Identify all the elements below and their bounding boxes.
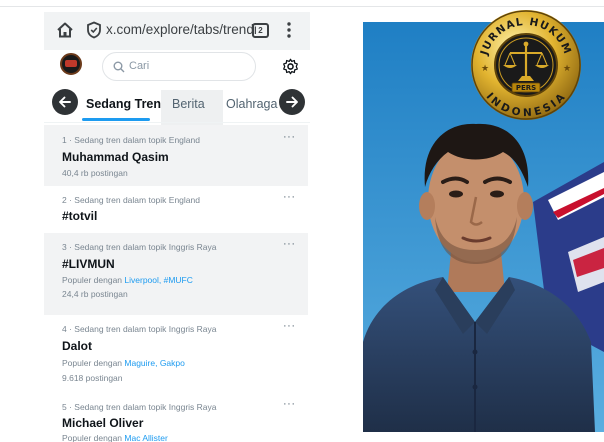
more-options-icon[interactable]: ··· xyxy=(283,320,296,332)
trend-item[interactable]: 5 · Sedang tren dalam topik Inggris Raya… xyxy=(44,395,308,442)
tab-berita[interactable]: Berita xyxy=(172,97,205,111)
phone-screenshot: x.com/explore/tabs/trendi 2 Cari Sedang … xyxy=(44,12,310,442)
page-top-divider xyxy=(0,6,604,7)
more-options-icon[interactable]: ··· xyxy=(283,131,296,143)
more-options-icon[interactable]: ··· xyxy=(283,238,296,250)
search-icon xyxy=(113,61,125,73)
gear-icon[interactable] xyxy=(282,58,299,75)
site-info-icon[interactable] xyxy=(86,21,102,39)
scroll-left-button[interactable] xyxy=(52,89,78,115)
trend-context: 2 · Sedang tren dalam topik England xyxy=(62,195,200,205)
more-options-icon[interactable]: ··· xyxy=(283,191,296,203)
trend-name: #LIVMUN xyxy=(62,257,115,271)
trend-context: 5 · Sedang tren dalam topik Inggris Raya xyxy=(62,402,217,412)
trend-item[interactable]: 3 · Sedang tren dalam topik Inggris Raya… xyxy=(44,233,308,315)
popular-links[interactable]: Mac Allister xyxy=(124,433,167,442)
trend-item[interactable]: 2 · Sedang tren dalam topik England ··· … xyxy=(44,186,308,232)
jurnal-hukum-logo: PERS ★ ★ JURNAL HUKUM INDONESIA xyxy=(471,10,581,120)
trend-name: #totvil xyxy=(62,209,98,223)
popular-prefix: Populer dengan xyxy=(62,358,125,368)
browser-menu-icon[interactable] xyxy=(286,21,292,39)
trend-name: Michael Oliver xyxy=(62,416,144,430)
tab-olahraga[interactable]: Olahraga xyxy=(226,97,277,111)
home-icon[interactable] xyxy=(56,21,74,39)
profile-avatar[interactable] xyxy=(60,53,82,75)
trend-item[interactable]: 1 · Sedang tren dalam topik England ··· … xyxy=(44,125,308,186)
trend-popular-with: Populer dengan Liverpool, #MUFC xyxy=(62,275,193,285)
trend-context: 4 · Sedang tren dalam topik Inggris Raya xyxy=(62,324,217,334)
scroll-right-button[interactable] xyxy=(279,89,305,115)
trend-popular-with: Populer dengan Mac Allister xyxy=(62,433,168,442)
star-icon: ★ xyxy=(563,63,571,73)
badge-center-text: PERS xyxy=(516,84,536,92)
tab-switcher-button[interactable]: 2 xyxy=(252,23,269,38)
popular-links[interactable]: Liverpool, #MUFC xyxy=(124,275,193,285)
trend-context: 1 · Sedang tren dalam topik England xyxy=(62,135,200,145)
tab-divider xyxy=(44,122,310,123)
more-options-icon[interactable]: ··· xyxy=(283,398,296,410)
trend-post-count: 24,4 rb postingan xyxy=(62,289,128,299)
arrow-left-icon xyxy=(59,96,71,108)
arrow-right-icon xyxy=(286,96,298,108)
popular-links[interactable]: Maguire, Gakpo xyxy=(124,358,184,368)
trend-post-count: 9.618 postingan xyxy=(62,373,123,383)
tab-sedang-tren[interactable]: Sedang Tren xyxy=(86,97,161,111)
trend-post-count: 40,4 rb postingan xyxy=(62,168,128,178)
trend-name: Dalot xyxy=(62,339,92,353)
popular-prefix: Populer dengan xyxy=(62,433,125,442)
trend-item[interactable]: 4 · Sedang tren dalam topik Inggris Raya… xyxy=(44,315,308,395)
active-tab-indicator xyxy=(82,118,150,121)
url-text[interactable]: x.com/explore/tabs/trendi xyxy=(106,22,256,40)
star-icon: ★ xyxy=(481,63,489,73)
trend-popular-with: Populer dengan Maguire, Gakpo xyxy=(62,358,185,368)
trend-context: 3 · Sedang tren dalam topik Inggris Raya xyxy=(62,242,217,252)
trend-name: Muhammad Qasim xyxy=(62,150,169,164)
search-input[interactable]: Cari xyxy=(102,52,256,81)
browser-address-bar: x.com/explore/tabs/trendi 2 xyxy=(44,12,310,50)
search-placeholder: Cari xyxy=(129,60,150,72)
popular-prefix: Populer dengan xyxy=(62,275,125,285)
